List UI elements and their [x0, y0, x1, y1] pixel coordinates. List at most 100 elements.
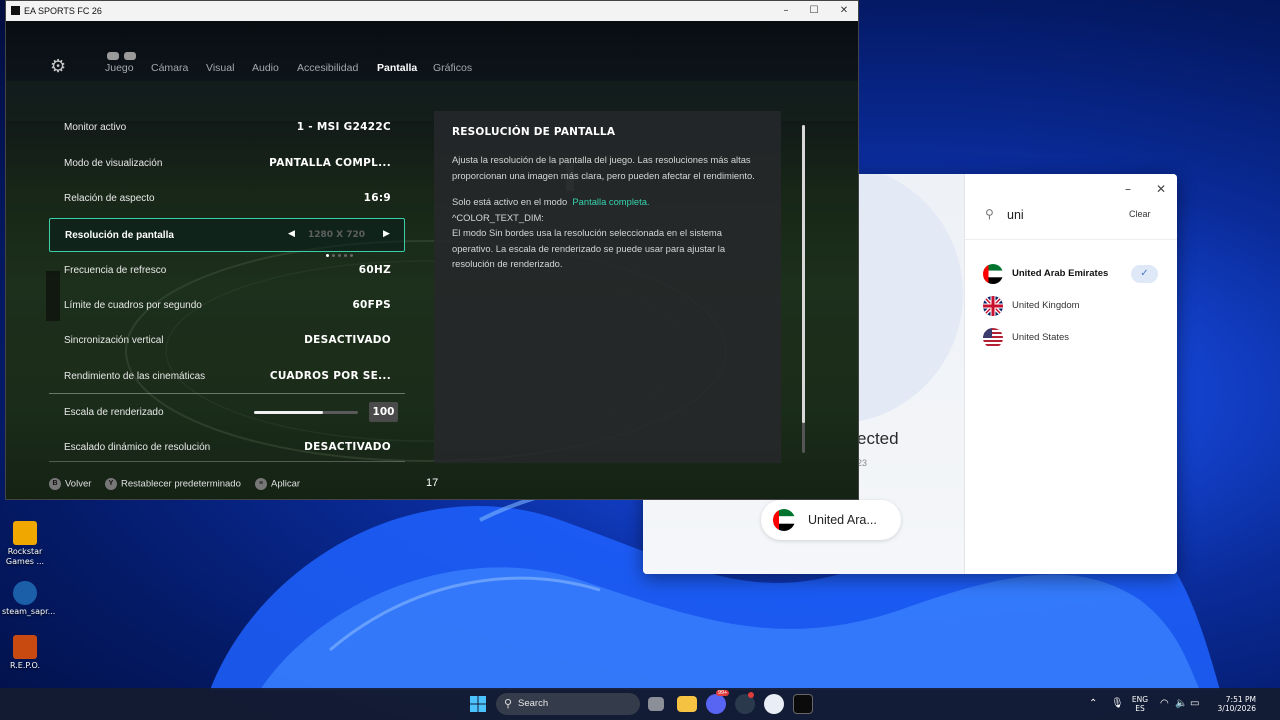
setting-refresh-rate[interactable]: Frecuencia de refresco 60HZ — [49, 254, 405, 288]
apply-button[interactable]: ≡ Aplicar — [255, 478, 300, 490]
tab-audio[interactable]: Audio — [252, 62, 279, 74]
note-highlight: Pantalla completa. — [572, 196, 650, 207]
discord-icon[interactable]: 99+ — [706, 690, 730, 714]
desktop-icon-label: Rockstar Games ... — [5, 547, 45, 566]
uae-flag-icon — [773, 509, 795, 531]
setting-label: Modo de visualización — [64, 158, 163, 169]
task-view-icon[interactable] — [648, 697, 664, 711]
steam-icon — [13, 581, 37, 605]
check-icon: ✓ — [1131, 265, 1158, 283]
setting-label: Escala de renderizado — [64, 407, 164, 418]
reset-defaults-button[interactable]: Y Restablecer predeterminado — [105, 478, 241, 490]
taskbar: ⚲ Search 99+ ⌃ 🎙 ENG ES ◠ 🔈 ▭ 7:51 PM 3/… — [0, 688, 1280, 720]
language-indicator[interactable]: ENG ES — [1130, 695, 1150, 713]
lang-bottom: ES — [1135, 704, 1145, 713]
wifi-icon[interactable]: ◠ — [1160, 698, 1169, 709]
volume-icon[interactable]: 🔈 — [1175, 698, 1187, 709]
desktop-icon-repo[interactable]: R.E.P.O. — [2, 635, 48, 671]
file-explorer-icon[interactable] — [677, 696, 697, 712]
setting-value: 16:9 — [363, 192, 391, 204]
setting-monitor[interactable]: Monitor activo 1 - MSI G2422C — [49, 111, 405, 145]
back-label: Volver — [65, 478, 92, 490]
country-name: United States — [1012, 332, 1070, 343]
setting-resolution[interactable]: Resolución de pantalla ◀ 1280 X 720 ▶ — [49, 218, 405, 257]
setting-value: PANTALLA COMPL... — [269, 157, 391, 169]
button-hints-footer: B Volver Y Restablecer predeterminado ≡ Apl… — [6, 475, 858, 495]
setting-value: CUADROS POR SE... — [269, 370, 391, 382]
info-panel: RESOLUCIÓN DE PANTALLA Ajusta la resoluc… — [434, 111, 781, 463]
vpn-country-panel: – ✕ ⚲ Clear United Arab Emirates ✓ Unite… — [964, 174, 1177, 574]
close-icon[interactable]: ✕ — [1156, 182, 1166, 196]
setting-aspect-ratio[interactable]: Relación de aspecto 16:9 — [49, 182, 405, 216]
tab-graficos[interactable]: Gráficos — [433, 62, 472, 74]
setting-render-scale[interactable]: Escala de renderizado 100 — [49, 396, 405, 430]
microphone-icon[interactable]: 🎙 — [1111, 698, 1124, 709]
ea-fc-taskbar-icon[interactable] — [793, 694, 813, 714]
setting-cinematics[interactable]: Rendimiento de las cinemáticas CUADROS P… — [49, 360, 405, 394]
back-button[interactable]: B Volver — [49, 478, 91, 490]
rockstar-games-icon — [13, 521, 37, 545]
ea-app-icon — [11, 6, 20, 15]
info-note-code: ^COLOR_TEXT_DIM: — [452, 211, 544, 223]
country-item-uk[interactable]: United Kingdom — [983, 295, 1168, 319]
country-item-us[interactable]: United States — [983, 327, 1168, 351]
info-description: Ajusta la resolución de la pantalla del … — [452, 154, 755, 181]
system-clock[interactable]: 7:51 PM 3/10/2026 — [1208, 695, 1256, 713]
search-icon: ⚲ — [985, 207, 994, 221]
render-scale-slider[interactable] — [254, 411, 358, 414]
notification-badge: 99+ — [716, 690, 730, 696]
window-title: EA SPORTS FC 26 — [24, 6, 102, 16]
desktop-icon-steam[interactable]: steam_sapr... — [2, 581, 55, 617]
game-window: EA SPORTS FC 26 – ☐ ✕ ⚙ Juego Cámara Vis… — [5, 0, 859, 500]
scrollbar-thumb[interactable] — [802, 125, 805, 423]
setting-value: 100 — [369, 402, 398, 422]
clear-search-button[interactable]: Clear — [1129, 209, 1151, 219]
tab-pantalla[interactable]: Pantalla — [377, 62, 417, 74]
close-icon[interactable]: ✕ — [830, 3, 858, 19]
maximize-icon[interactable]: ☐ — [800, 3, 828, 19]
vpn-location-pill[interactable]: United Ara... — [761, 500, 901, 540]
divider — [965, 239, 1177, 240]
steam-taskbar-icon[interactable] — [735, 692, 755, 714]
reset-label: Restablecer predeterminado — [121, 478, 241, 490]
note-prefix: Solo está activo en el modo — [452, 196, 568, 207]
tab-juego[interactable]: Juego — [105, 62, 134, 74]
setting-label: Rendimiento de las cinemáticas — [64, 371, 206, 382]
notification-dot — [748, 692, 754, 698]
minimize-icon[interactable]: – — [1125, 182, 1131, 196]
setting-value: 1 - MSI G2422C — [296, 121, 391, 133]
setting-value: DESACTIVADO — [304, 334, 391, 346]
setting-label: Límite de cuadros por segundo — [64, 300, 202, 311]
battery-icon[interactable]: ▭ — [1190, 698, 1199, 709]
minimize-icon[interactable]: – — [772, 3, 800, 19]
window-titlebar: EA SPORTS FC 26 – ☐ ✕ — [6, 1, 858, 21]
desktop-icon-rockstar[interactable]: Rockstar Games ... — [2, 521, 48, 567]
b-button-icon: B — [49, 478, 61, 490]
country-search-input[interactable] — [1007, 206, 1107, 224]
setting-value: 1280 X 720 — [308, 230, 366, 240]
info-title: RESOLUCIÓN DE PANTALLA — [452, 126, 616, 138]
setting-display-mode[interactable]: Modo de visualización PANTALLA COMPL... — [49, 147, 405, 181]
taskbar-search[interactable]: ⚲ Search — [496, 693, 640, 715]
arrow-left-icon[interactable]: ◀ — [288, 229, 295, 239]
tab-accesibilidad[interactable]: Accesibilidad — [297, 62, 358, 74]
setting-fps-limit[interactable]: Límite de cuadros por segundo 60FPS — [49, 289, 405, 323]
setting-dynamic-resolution[interactable]: Escalado dinámico de resolución DESACTIV… — [49, 431, 405, 465]
controller-bumper-icons — [107, 45, 143, 60]
setting-label: Frecuencia de refresco — [64, 265, 167, 276]
vpn-location-label: United Ara... — [808, 513, 877, 527]
vpn-taskbar-icon[interactable] — [764, 694, 784, 714]
uk-flag-icon — [983, 296, 1003, 316]
country-name: United Arab Emirates — [1012, 268, 1109, 279]
gear-icon[interactable]: ⚙ — [50, 58, 68, 76]
country-item-uae[interactable]: United Arab Emirates ✓ — [983, 263, 1168, 287]
setting-vsync[interactable]: Sincronización vertical DESACTIVADO — [49, 324, 405, 358]
arrow-right-icon[interactable]: ▶ — [383, 229, 390, 239]
tab-camara[interactable]: Cámara — [151, 62, 188, 74]
windows-start-icon[interactable] — [468, 694, 488, 714]
tab-visual[interactable]: Visual — [206, 62, 234, 74]
chevron-up-icon[interactable]: ⌃ — [1089, 698, 1097, 709]
scrollbar[interactable] — [802, 125, 805, 453]
clock-date: 3/10/2026 — [1217, 704, 1256, 713]
slider-fill — [254, 411, 323, 414]
